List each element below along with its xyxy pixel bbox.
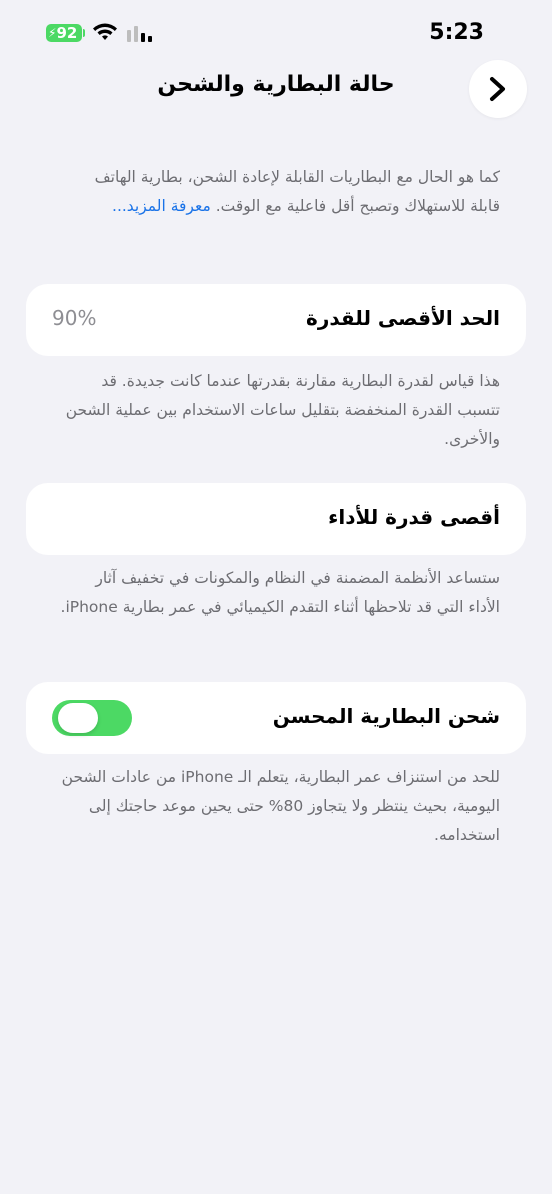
peak-performance-label: أقصى قدرة للأداء — [328, 505, 500, 529]
max-capacity-description: هذا قياس لقدرة البطارية مقارنة بقدرتها ع… — [65, 372, 500, 448]
navigation-bar: حالة البطارية والشحن — [0, 60, 552, 120]
optimized-charging-description: للحد من استنزاف عمر البطارية، يتعلم الـ … — [61, 768, 500, 844]
max-capacity-row: الحد الأقصى للقدرة 90% — [26, 284, 526, 356]
peak-performance-row: أقصى قدرة للأداء — [26, 483, 526, 555]
optimized-charging-row: شحن البطارية المحسن — [26, 682, 526, 754]
battery-level: 92 — [56, 24, 78, 42]
back-button[interactable] — [469, 60, 527, 118]
battery-icon: ⚡ 92 — [46, 24, 82, 42]
status-bar: ⚡ 92 5:23 — [0, 0, 552, 66]
cellular-signal-icon — [127, 26, 152, 42]
optimized-charging-label: شحن البطارية المحسن — [272, 704, 500, 728]
charging-bolt-icon: ⚡ — [48, 26, 57, 40]
peak-performance-description: ستساعد الأنظمة المضمنة في النظام والمكون… — [60, 569, 500, 616]
wifi-icon — [93, 23, 117, 40]
max-capacity-value: 90% — [52, 306, 97, 330]
intro-text: كما هو الحال مع البطاريات القابلة لإعادة… — [60, 163, 500, 221]
chevron-right-icon — [490, 77, 505, 101]
max-capacity-label: الحد الأقصى للقدرة — [306, 306, 500, 330]
battery-cap — [83, 29, 85, 37]
learn-more-link[interactable]: معرفة المزيد... — [112, 197, 211, 215]
optimized-charging-toggle[interactable] — [52, 700, 132, 736]
clock: 5:23 — [429, 20, 484, 45]
toggle-knob[interactable] — [58, 703, 98, 733]
